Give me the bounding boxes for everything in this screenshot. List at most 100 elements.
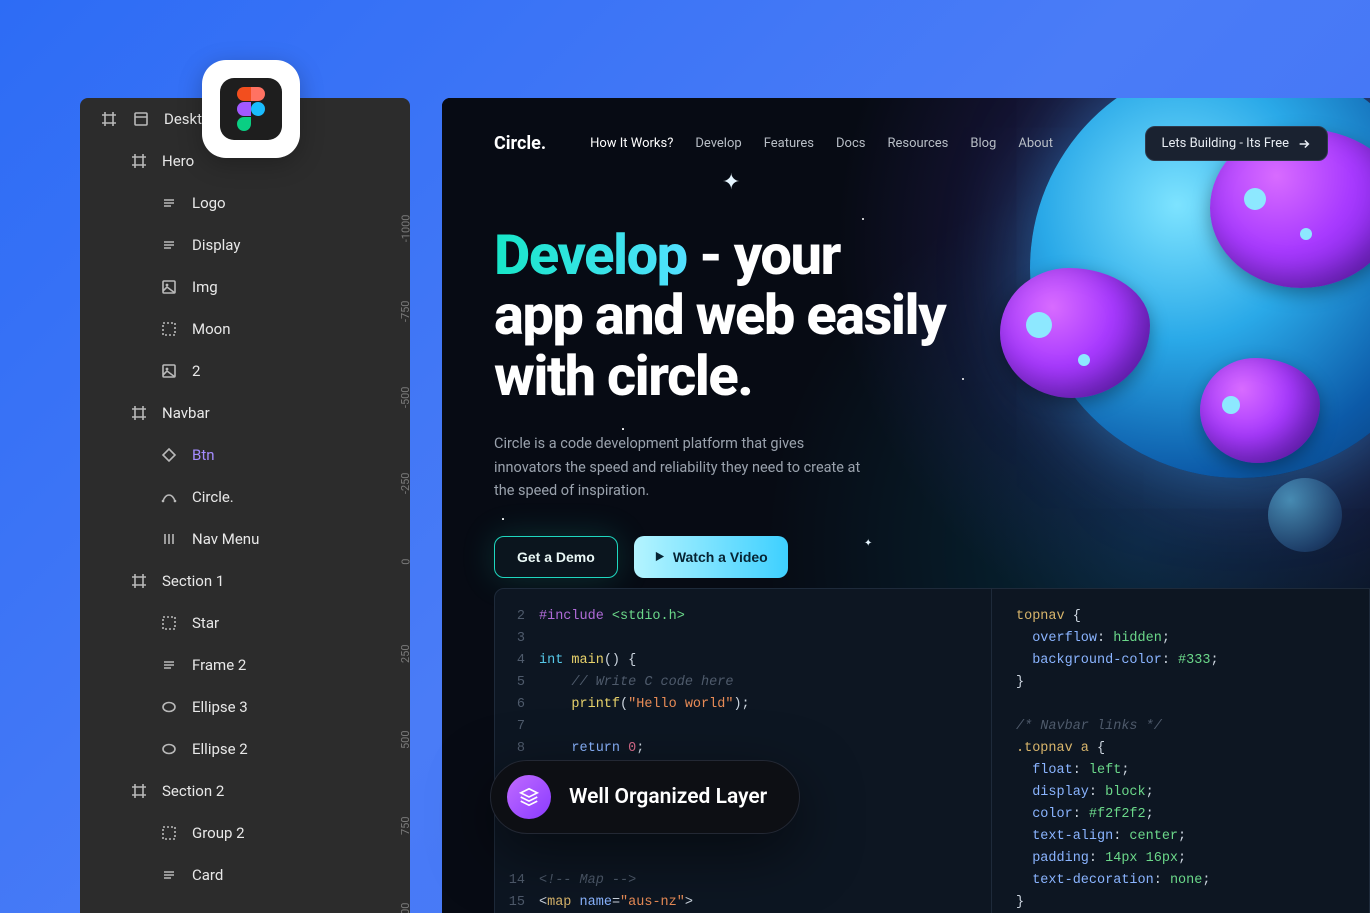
code-line: background-color: #333; — [1016, 649, 1345, 671]
layer-item[interactable]: Navbar — [80, 392, 410, 434]
text-icon — [160, 866, 178, 884]
small-planet — [1268, 478, 1342, 552]
ruler-tick: 1000 — [400, 903, 411, 913]
image-icon — [160, 278, 178, 296]
code-line — [1016, 693, 1345, 715]
arrow-right-icon — [1297, 137, 1311, 151]
bars-icon — [160, 530, 178, 548]
layer-item[interactable]: Ellipse 2 — [80, 728, 410, 770]
text-icon — [160, 236, 178, 254]
code-line: 15<map name="aus-nz"> — [495, 891, 973, 913]
frame-icon — [130, 572, 148, 590]
cta-button[interactable]: Lets Building - Its Free — [1145, 126, 1329, 161]
code-line: 6 printf("Hello world"); — [495, 693, 973, 715]
nav-link[interactable]: How It Works? — [590, 136, 673, 151]
text-icon — [160, 656, 178, 674]
layer-label: Logo — [192, 194, 226, 212]
nav-link[interactable]: Features — [764, 136, 814, 151]
layer-label: Circle. — [192, 488, 234, 506]
code-line: overflow: hidden; — [1016, 627, 1345, 649]
layer-label: Frame 2 — [192, 656, 246, 674]
nav-link[interactable]: About — [1018, 136, 1053, 151]
layer-item[interactable]: 2 — [80, 350, 410, 392]
site-navbar: Circle. How It Works? Develop Features Docs… — [442, 98, 1370, 161]
hero-headline: Develop - your app and web easily with c… — [494, 225, 1030, 406]
group-icon — [160, 320, 178, 338]
layers-panel: Deskt Hero Logo Display Img Moon 2 Navbar Btn Ci… — [80, 98, 410, 913]
figma-logo-icon — [220, 78, 282, 140]
code-line: text-decoration: none; — [1016, 869, 1345, 891]
ellipse-icon — [160, 698, 178, 716]
cta-label: Lets Building - Its Free — [1162, 136, 1290, 151]
watch-video-button[interactable]: Watch a Video — [634, 536, 788, 578]
layer-item[interactable]: Logo — [80, 182, 410, 224]
layer-label: Deskt — [164, 110, 202, 128]
code-line: .topnav a { — [1016, 737, 1345, 759]
layer-label: Img — [192, 278, 218, 296]
get-demo-button[interactable]: Get a Demo — [494, 536, 618, 578]
layout-icon — [132, 110, 150, 128]
hero-section: Develop - your app and web easily with c… — [442, 161, 1082, 578]
layer-label: Group 2 — [192, 824, 245, 842]
hero-subtitle: Circle is a code development platform th… — [494, 432, 874, 502]
layer-label: Nav Menu — [192, 530, 259, 548]
code-line: 3 — [495, 627, 973, 649]
frame-icon — [100, 110, 118, 128]
layer-item[interactable]: Btn — [80, 434, 410, 476]
layer-item[interactable]: Circle. — [80, 476, 410, 518]
vector-icon — [160, 488, 178, 506]
frame-icon — [130, 152, 148, 170]
frame-icon — [130, 404, 148, 422]
code-line: 8 return 0; — [495, 737, 973, 759]
code-line: display: block; — [1016, 781, 1345, 803]
layer-label: Ellipse 3 — [192, 698, 248, 716]
code-line: text-align: center; — [1016, 825, 1345, 847]
code-line: 2#include <stdio.h> — [495, 605, 973, 627]
layer-item[interactable]: Moon — [80, 308, 410, 350]
layer-label: Ellipse 2 — [192, 740, 248, 758]
hero-accent: Develop — [494, 222, 687, 288]
code-line: /* Navbar links */ — [1016, 715, 1345, 737]
layer-label: Display — [192, 236, 240, 254]
layer-item[interactable]: Ellipse 3 — [80, 686, 410, 728]
layer-item[interactable]: Nav Menu — [80, 518, 410, 560]
code-line: 14<!-- Map --> — [495, 869, 973, 891]
text-icon — [160, 194, 178, 212]
layer-item[interactable]: Card — [80, 854, 410, 896]
nav-link[interactable]: Docs — [836, 136, 865, 151]
layer-item[interactable]: Star — [80, 602, 410, 644]
nav-link[interactable]: Resources — [887, 136, 948, 151]
code-line: 5 // Write C code here — [495, 671, 973, 693]
organized-layer-label: Well Organized Layer — [569, 785, 767, 809]
layer-item[interactable]: Section 2 — [80, 770, 410, 812]
code-right-pane[interactable]: topnav { overflow: hidden; background-co… — [992, 588, 1370, 913]
organized-layer-badge: Well Organized Layer — [490, 760, 800, 834]
layer-label: Section 1 — [162, 572, 224, 590]
code-line: padding: 14px 16px; — [1016, 847, 1345, 869]
layer-item[interactable]: Img — [80, 266, 410, 308]
code-line: 7 — [495, 715, 973, 737]
nav-link[interactable]: Develop — [695, 136, 741, 151]
layer-label: 2 — [192, 362, 200, 380]
layer-item[interactable]: Frame 2 — [80, 644, 410, 686]
frame-icon — [130, 782, 148, 800]
layer-label: Star — [192, 614, 219, 632]
image-icon — [160, 362, 178, 380]
layer-item[interactable]: Section 1 — [80, 560, 410, 602]
code-editor: 2#include <stdio.h>34int main() {5 // Wr… — [494, 588, 1370, 913]
layer-label: Moon — [192, 320, 231, 338]
layer-label: Card — [192, 866, 223, 884]
layer-label: Navbar — [162, 404, 210, 422]
layer-item[interactable]: Group 2 — [80, 812, 410, 854]
play-icon — [654, 551, 665, 562]
brand-logo[interactable]: Circle. — [494, 133, 546, 154]
nav-link[interactable]: Blog — [970, 136, 996, 151]
layer-item[interactable]: Display — [80, 224, 410, 266]
group-icon — [160, 824, 178, 842]
code-line: 4int main() { — [495, 649, 973, 671]
code-line: } — [1016, 891, 1345, 913]
layer-label: Hero — [162, 152, 194, 170]
diamond-icon — [160, 446, 178, 464]
code-line — [495, 847, 973, 869]
code-left-pane[interactable]: 2#include <stdio.h>34int main() {5 // Wr… — [494, 588, 992, 913]
